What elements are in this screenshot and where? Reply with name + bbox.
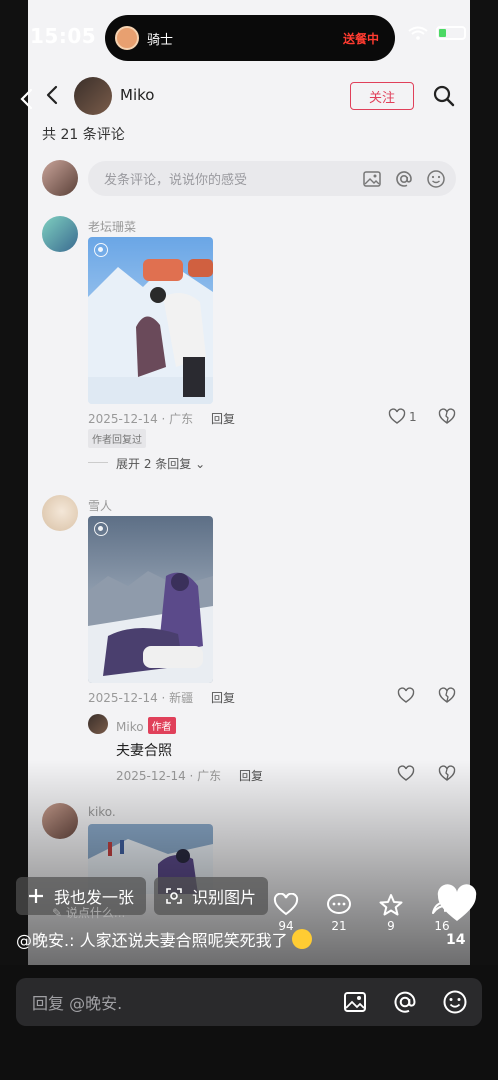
commenter-avatar[interactable] [42,803,78,839]
at-icon[interactable] [392,989,418,1015]
reply-placeholder: 回复 @晚安. [32,994,123,1013]
comment-action[interactable]: 21 [325,893,353,933]
heart-icon[interactable] [397,765,415,783]
reply-author-label: Miko [116,720,144,734]
phone-screen: Miko 关注 共 21 条评论 发条评论，说说你的感受 老坛珊菜 2025-1… [28,0,470,965]
dislike-heart-icon[interactable] [438,687,456,705]
live-photo-icon [94,522,108,536]
caption-text: @晚安.: 人家还说夫妻合照呢笑死我了 [16,931,288,950]
search-icon[interactable] [432,84,456,108]
comment-bubble-icon [327,894,351,914]
emoji-icon[interactable] [442,989,468,1015]
reply-input[interactable]: 回复 @晚安. [16,978,482,1026]
dislike-heart-icon[interactable] [438,765,456,783]
favorite-count-label: 9 [387,919,395,933]
star-icon [379,894,403,916]
say-something-placeholder[interactable]: ✎ 说点什么... [52,904,125,921]
favorite-action[interactable]: 9 [377,893,405,933]
island-title: 骑士 [147,32,174,48]
battery-level [439,29,446,37]
reply-author-avatar[interactable] [88,714,108,734]
comment-input[interactable]: 发条评论，说说你的感受 [88,161,456,196]
status-time: 15:05 [30,24,97,48]
expand-replies-label: 展开 2 条回复 [116,457,192,471]
big-heart-icon[interactable] [436,884,478,924]
right-bezel [470,0,498,965]
dynamic-island[interactable]: 骑士 送餐中 [105,15,395,61]
author-badge: 作者 [147,717,176,734]
comment-photo[interactable] [88,516,213,683]
commenter-name[interactable]: 雪人 [88,497,112,514]
comment-count: 共 21 条评论 [42,127,125,143]
comment-photo[interactable] [88,237,213,404]
identify-image-label: 识别图片 [192,888,257,907]
battery-icon [436,26,466,40]
comment-input-placeholder: 发条评论，说说你的感受 [104,173,248,188]
video-caption: @晚安.: 人家还说夫妻合照呢笑死我了 [16,927,312,951]
expand-replies-button[interactable]: 展开 2 条回复 ⌄ [116,455,205,472]
commenter-avatar[interactable] [42,495,78,531]
comment-count-label: 21 [331,919,347,933]
reply-text: 夫妻合照 [116,743,172,759]
follow-button[interactable]: 关注 [350,82,414,110]
my-avatar [42,160,78,196]
image-icon[interactable] [342,989,368,1015]
reply-button[interactable]: 回复 [239,767,263,784]
like-count: 1 [409,410,417,424]
island-status: 送餐中 [342,31,379,46]
scan-icon [166,888,182,904]
comment-meta: 2025-12-14 · 广东 [88,412,194,426]
reply-author-name[interactable]: Miko 作者 [116,717,176,734]
rider-avatar [115,26,139,50]
commenter-avatar[interactable] [42,216,78,252]
back-arrow-icon[interactable] [42,84,64,106]
image-icon[interactable] [362,169,382,189]
identify-image-button[interactable]: 识别图片 [154,877,269,915]
header: Miko 关注 [28,72,470,122]
comment-meta: 2025-12-14 · 新疆 [88,691,194,705]
left-bezel [0,0,28,965]
emoji-icon[interactable] [426,169,446,189]
app-root: Miko 关注 共 21 条评论 发条评论，说说你的感受 老坛珊菜 2025-1… [0,0,498,1080]
heart-icon[interactable] [397,687,415,705]
commenter-name[interactable]: 老坛珊菜 [88,218,136,235]
reply-button[interactable]: 回复 [211,689,235,706]
heart-outline-icon [273,893,299,916]
dislike-heart-icon[interactable] [438,408,456,426]
outer-back-arrow-icon[interactable] [16,88,38,110]
commenter-name[interactable]: kiko. [88,805,116,819]
reply-button[interactable]: 回复 [211,410,235,427]
heart-icon[interactable] [388,408,406,426]
laughing-emoji-icon [291,929,312,949]
say-something-label: 说点什么... [65,906,126,920]
ski-photo-image [88,516,213,683]
expand-divider [88,462,108,463]
at-icon[interactable] [394,169,414,189]
author-name[interactable]: Miko [120,86,154,104]
author-replied-tag: 作者回复过 [88,429,146,448]
wifi-icon [408,26,428,40]
chevron-down-icon: ⌄ [195,457,206,471]
snow-photo-image [88,237,213,404]
live-photo-icon [94,243,108,257]
plus-icon [29,889,43,903]
big-like-count: 14 [446,932,466,948]
status-icons [408,26,466,40]
reply-meta: 2025-12-14 · 广东 [116,769,222,783]
author-avatar[interactable] [74,77,112,115]
